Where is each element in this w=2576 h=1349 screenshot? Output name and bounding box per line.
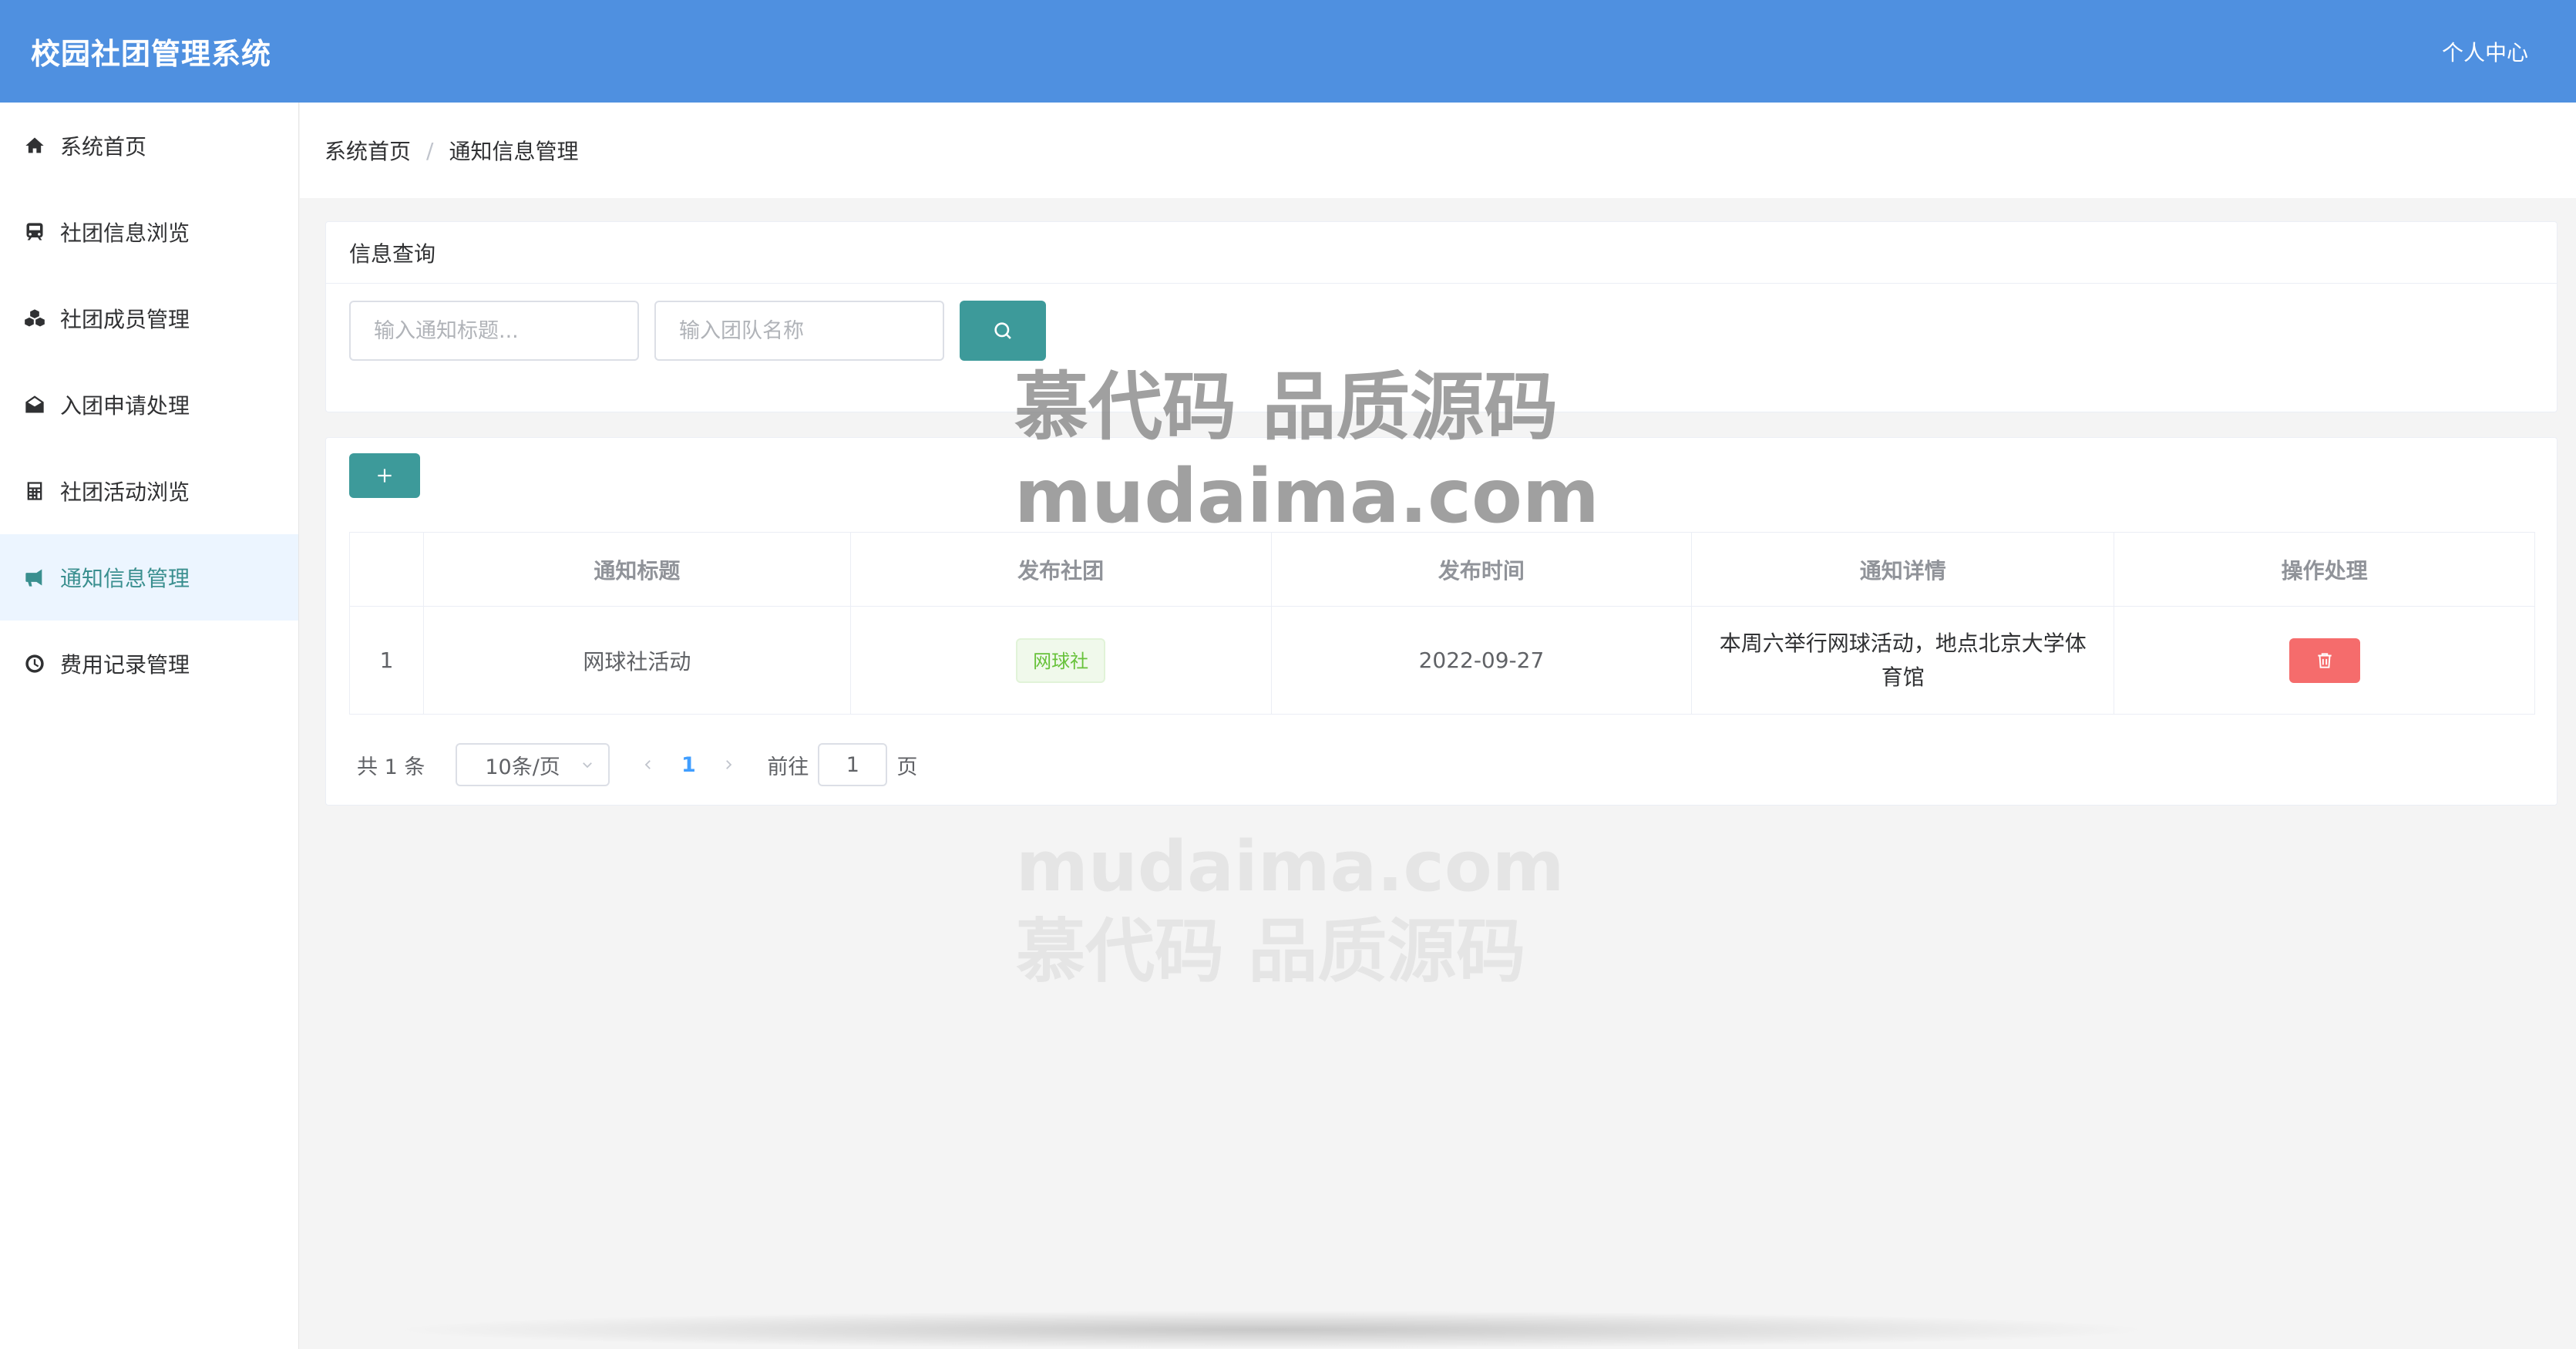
sidebar-item-label: 费用记录管理 <box>60 652 190 678</box>
sidebar-item-notifications[interactable]: 通知信息管理 <box>0 534 298 621</box>
envelope-open-icon <box>22 392 48 418</box>
page-size-value: 10条/页 <box>485 755 560 779</box>
bottom-shadow <box>385 1310 2158 1349</box>
delete-button[interactable] <box>2288 637 2360 683</box>
notice-title-input[interactable] <box>349 301 639 361</box>
header-title: 通知标题 <box>422 532 851 607</box>
watermark-bottom: mudaima.com 慕代码 品质源码 <box>1016 825 1565 994</box>
search-icon <box>994 322 1011 339</box>
sidebar-item-club-info[interactable]: 社团信息浏览 <box>0 189 298 275</box>
watermark-top: 慕代码 品质源码 mudaima.com <box>1014 362 1599 541</box>
sidebar-item-label: 系统首页 <box>60 134 147 160</box>
page-size-select[interactable]: 10条/页 <box>456 743 610 786</box>
bullhorn-icon <box>22 564 48 590</box>
chevron-right-icon <box>726 760 732 769</box>
sidebar-item-activities[interactable]: 社团活动浏览 <box>0 448 298 534</box>
sidebar-item-fees[interactable]: 费用记录管理 <box>0 621 298 707</box>
app-title: 校园社团管理系统 <box>31 37 272 71</box>
goto-label: 前往 <box>767 755 809 779</box>
top-header: 校园社团管理系统 个人中心 <box>0 0 2576 103</box>
sidebar: 系统首页 社团信息浏览 社团成员管理 入团申请处理 社团活动浏览 通知信息管理 <box>0 103 299 1349</box>
sidebar-item-applications[interactable]: 入团申请处理 <box>0 362 298 448</box>
row-index: 1 <box>349 606 424 715</box>
notice-table: 通知标题 发布社团 发布时间 通知详情 操作处理 1 网球社活动 网球社 202… <box>349 532 2535 715</box>
breadcrumb-separator: / <box>426 137 434 163</box>
personal-center-link[interactable]: 个人中心 <box>2442 36 2528 67</box>
chevron-down-icon <box>583 762 593 769</box>
total-count: 共 1 条 <box>357 755 425 779</box>
clock-icon <box>22 651 48 677</box>
pagination: 共 1 条 10条/页 1 前往 页 <box>357 743 917 786</box>
query-card-title: 信息查询 <box>326 222 2557 284</box>
calculator-icon <box>22 478 48 504</box>
row-detail: 本周六举行网球活动，地点北京大学体育馆 <box>1691 606 2115 715</box>
header-detail: 通知详情 <box>1691 532 2115 607</box>
train-icon <box>22 219 48 245</box>
goto-page-input[interactable] <box>818 743 888 786</box>
table-header-row: 通知标题 发布社团 发布时间 通知详情 操作处理 <box>349 532 2535 607</box>
header-club: 发布社团 <box>849 532 1272 607</box>
search-button[interactable] <box>960 301 1046 361</box>
breadcrumb-current: 通知信息管理 <box>449 139 579 164</box>
header-time: 发布时间 <box>1270 532 1693 607</box>
breadcrumb: 系统首页 / 通知信息管理 <box>300 103 2576 198</box>
cubes-icon <box>22 305 48 331</box>
next-page-button[interactable] <box>710 758 747 772</box>
sidebar-item-members[interactable]: 社团成员管理 <box>0 275 298 362</box>
sidebar-item-label: 社团活动浏览 <box>60 479 190 505</box>
watermark-line: 慕代码 品质源码 <box>1014 364 1559 450</box>
header-index <box>349 532 424 607</box>
chevron-left-icon <box>645 760 651 769</box>
row-title: 网球社活动 <box>422 606 851 715</box>
breadcrumb-home[interactable]: 系统首页 <box>325 135 411 166</box>
row-operation-cell <box>2114 606 2535 715</box>
header-operation: 操作处理 <box>2114 532 2535 607</box>
row-time: 2022-09-27 <box>1270 606 1693 715</box>
club-tag: 网球社 <box>1016 637 1106 683</box>
row-club-cell: 网球社 <box>849 606 1272 715</box>
sidebar-item-label: 社团信息浏览 <box>60 220 190 246</box>
watermark-line: 慕代码 品质源码 <box>1016 911 1526 992</box>
watermark-line: mudaima.com <box>1014 453 1599 540</box>
sidebar-item-label: 社团成员管理 <box>60 307 190 332</box>
table-row: 1 网球社活动 网球社 2022-09-27 本周六举行网球活动，地点北京大学体… <box>349 606 2535 715</box>
trash-icon <box>2317 652 2332 668</box>
plus-icon <box>378 469 392 483</box>
prev-page-button[interactable] <box>630 758 667 772</box>
page-number-current[interactable]: 1 <box>667 753 710 777</box>
sidebar-item-label: 入团申请处理 <box>60 393 190 419</box>
team-name-input[interactable] <box>654 301 944 361</box>
page-unit-label: 页 <box>896 755 918 779</box>
sidebar-item-home[interactable]: 系统首页 <box>0 103 298 189</box>
sidebar-item-label: 通知信息管理 <box>60 566 190 591</box>
watermark-line: mudaima.com <box>1016 826 1565 907</box>
home-icon <box>22 133 48 159</box>
add-button[interactable] <box>349 453 420 498</box>
